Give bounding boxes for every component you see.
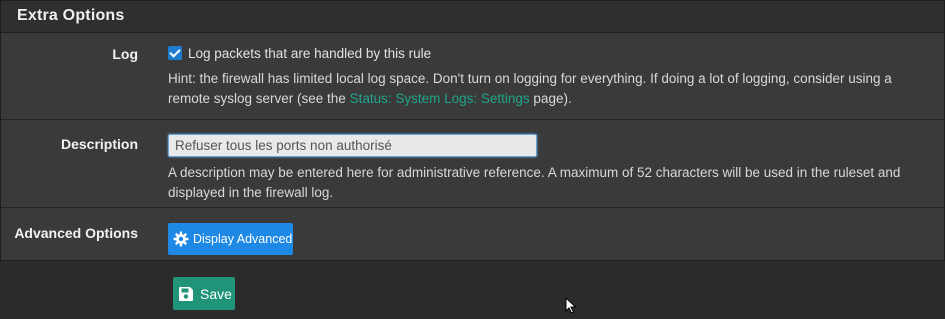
log-checkbox-line[interactable]: Log packets that are handled by this rul… bbox=[168, 44, 932, 64]
description-label: Description bbox=[60, 136, 138, 152]
panel-title: Extra Options bbox=[1, 1, 944, 33]
display-advanced-button[interactable]: Display Advanced bbox=[168, 223, 293, 255]
description-help: A description may be entered here for ad… bbox=[168, 165, 901, 200]
mouse-cursor-icon bbox=[565, 296, 577, 319]
extra-options-panel: Extra Options Log Log packets that are h… bbox=[0, 0, 945, 261]
log-label: Log bbox=[112, 46, 138, 62]
display-advanced-label[interactable]: Display Advanced bbox=[193, 232, 292, 246]
log-checkbox-label[interactable]: Log packets that are handled by this rul… bbox=[188, 46, 431, 61]
save-button[interactable]: Save bbox=[173, 277, 235, 310]
advanced-options-row: Advanced Options Display Advanced bbox=[1, 207, 944, 261]
gear-icon bbox=[173, 231, 189, 247]
log-hint: Hint: the firewall has limited local log… bbox=[168, 69, 932, 109]
log-hint-text-end: page). bbox=[529, 91, 572, 106]
advanced-options-label: Advanced Options bbox=[14, 225, 138, 241]
save-label[interactable]: Save bbox=[200, 286, 232, 302]
description-input[interactable] bbox=[168, 134, 537, 157]
log-checkbox[interactable] bbox=[168, 46, 182, 60]
floppy-disk-icon bbox=[178, 286, 194, 302]
log-content: Log packets that are handled by this rul… bbox=[168, 44, 932, 109]
log-row: Log Log packets that are handled by this… bbox=[1, 33, 944, 119]
description-row: Description A description may be entered… bbox=[1, 119, 944, 207]
system-logs-settings-link[interactable]: Status: System Logs: Settings bbox=[350, 91, 530, 106]
